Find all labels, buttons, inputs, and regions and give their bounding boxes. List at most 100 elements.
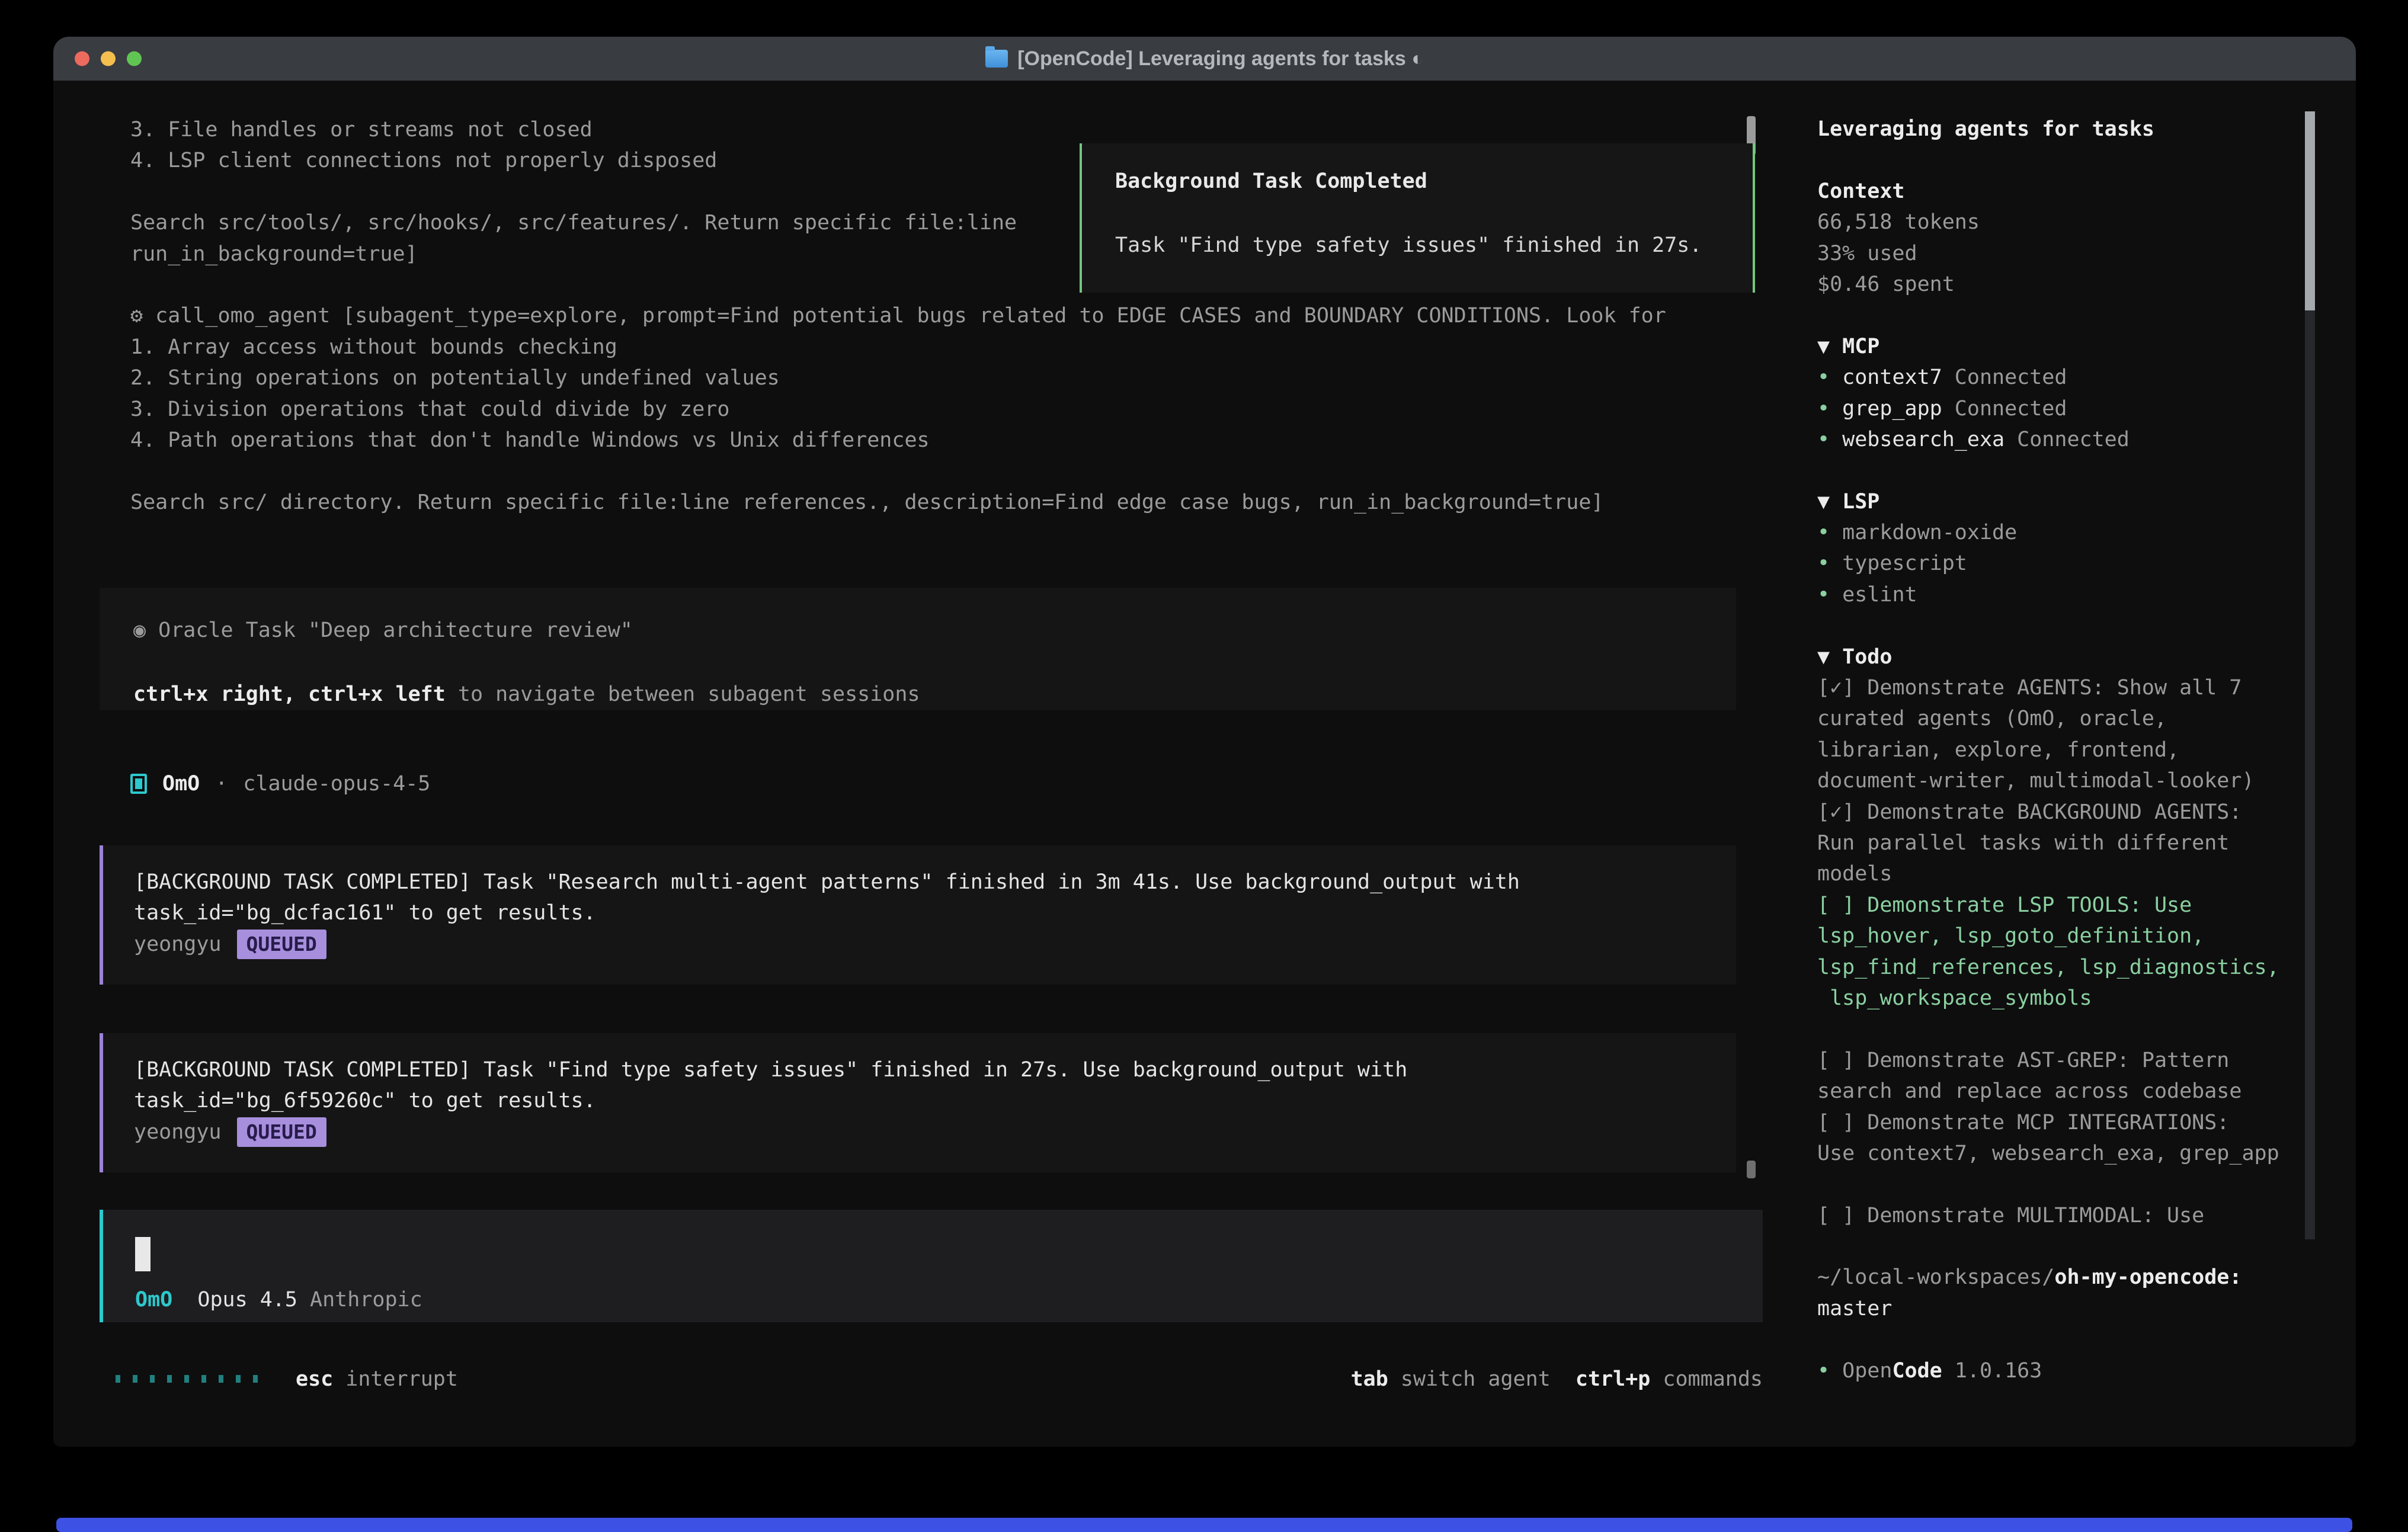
esc-key-hint: esc xyxy=(296,1367,333,1391)
todo-item-line: models xyxy=(1817,858,2279,889)
background-task-message: [BACKGROUND TASK COMPLETED] Task "Find t… xyxy=(100,1033,1736,1172)
toast-body: Task "Find type safety issues" finished … xyxy=(1115,233,1702,257)
desktop-accent-bar xyxy=(56,1518,2352,1532)
queued-badge: QUEUED xyxy=(237,1117,326,1147)
background-task-message: [BACKGROUND TASK COMPLETED] Task "Resear… xyxy=(100,845,1736,985)
spacer xyxy=(297,1288,310,1312)
blank-line xyxy=(1817,1231,2279,1262)
workspace-path: ~/local-workspaces/oh-my-opencode: xyxy=(1817,1262,2279,1293)
todo-heading: Todo xyxy=(1842,645,1892,669)
close-window-button[interactable] xyxy=(75,52,89,66)
todo-item-line-active: lsp_workspace_symbols xyxy=(1817,983,2279,1014)
agent-name: OmO xyxy=(162,772,200,796)
task-message-line: task_id="bg_dcfac161" to get results. xyxy=(134,898,1520,928)
output-line: 1. Array access without bounds checking xyxy=(130,332,1666,363)
workspace-branch: master xyxy=(1817,1293,2279,1324)
todo-item-line: Use context7, websearch_exa, grep_app xyxy=(1817,1138,2279,1169)
spacer xyxy=(1551,1367,1576,1391)
oracle-task-panel: ◉ Oracle Task "Deep architecture review"… xyxy=(100,588,1736,710)
separator-dot: · xyxy=(215,772,228,796)
todo-item-line: search and replace across codebase xyxy=(1817,1076,2279,1107)
output-line: 2. String operations on potentially unde… xyxy=(130,363,1666,393)
main-scrollbar-marker[interactable] xyxy=(1747,1161,1756,1178)
mcp-status: Connected xyxy=(1942,397,2067,421)
model-name: claude-opus-4-5 xyxy=(243,772,430,796)
chevron-down-icon: ▼ xyxy=(1817,645,1842,669)
blank-line xyxy=(1817,300,2279,331)
chevron-down-icon: ▼ xyxy=(1817,490,1842,514)
queued-badge: QUEUED xyxy=(237,930,326,959)
context-heading: Context xyxy=(1817,176,2279,207)
tool-call-line: ⚙ call_omo_agent [subagent_type=explore,… xyxy=(130,300,1666,331)
window-title-group: [OpenCode] Leveraging agents for tasks ◐ xyxy=(985,47,1424,70)
mcp-item: • websearch_exa Connected xyxy=(1817,424,2279,455)
lsp-heading: LSP xyxy=(1842,490,1879,514)
output-line: 3. Division operations that could divide… xyxy=(130,394,1666,425)
mcp-section-header[interactable]: ▼ MCP xyxy=(1817,331,2279,362)
chevron-down-icon: ▼ xyxy=(1817,335,1842,358)
mcp-name: grep_app xyxy=(1842,397,1942,421)
todo-item-line: Run parallel tasks with different xyxy=(1817,828,2279,858)
spacer xyxy=(172,1288,197,1312)
minimize-window-button[interactable] xyxy=(101,52,116,66)
lsp-item: • typescript xyxy=(1817,548,2279,579)
blank-line xyxy=(1817,610,2279,641)
output-line: Search src/ directory. Return specific f… xyxy=(130,487,1666,518)
todo-item-line: [ ] Demonstrate AST-GREP: Pattern xyxy=(1817,1045,2279,1076)
terminal-content: 3. File handles or streams not closed 4.… xyxy=(53,83,2356,1447)
todo-section-header[interactable]: ▼ Todo xyxy=(1817,642,2279,672)
mcp-item: • grep_app Connected xyxy=(1817,393,2279,424)
zoom-window-button[interactable] xyxy=(127,52,142,66)
prompt-input[interactable]: OmO Opus 4.5 Anthropic xyxy=(100,1210,1763,1322)
todo-item-line: document-writer, multimodal-looker) xyxy=(1817,765,2279,796)
folder-icon xyxy=(985,50,1008,68)
lsp-name: eslint xyxy=(1842,583,1917,607)
lsp-name: typescript xyxy=(1842,552,1967,575)
todo-item-line-active: lsp_hover, lsp_goto_definition, xyxy=(1817,921,2279,951)
version-name-thin: Open xyxy=(1842,1359,1892,1383)
blank-line xyxy=(1817,145,2279,175)
mcp-name: websearch_exa xyxy=(1842,428,2004,451)
todo-item-line: [ ] Demonstrate MULTIMODAL: Use xyxy=(1817,1200,2279,1231)
status-dot-icon: • xyxy=(1817,428,1830,451)
agent-model-header: OmO · claude-opus-4-5 xyxy=(130,772,430,796)
context-used: 33% used xyxy=(1817,238,2279,269)
mcp-item: • context7 Connected xyxy=(1817,362,2279,393)
workspace-path-prefix: ~/local-workspaces/ xyxy=(1817,1265,2054,1289)
input-agent-name: OmO xyxy=(135,1288,172,1312)
todo-item-line: [✓] Demonstrate BACKGROUND AGENTS: xyxy=(1817,797,2279,828)
ctrlp-key-hint: ctrl+p xyxy=(1576,1367,1650,1391)
context-tokens: 66,518 tokens xyxy=(1817,207,2279,238)
status-dot-icon: • xyxy=(1817,366,1830,389)
workspace-repo: oh-my-opencode: xyxy=(2054,1265,2242,1289)
blank-line xyxy=(1817,455,2279,486)
queued-user: yeongyu xyxy=(134,932,222,956)
window-titlebar[interactable]: [OpenCode] Leveraging agents for tasks ◐ xyxy=(53,37,2356,82)
todo-item-line: [ ] Demonstrate MCP INTEGRATIONS: xyxy=(1817,1107,2279,1138)
status-dot-icon: • xyxy=(1817,397,1830,421)
toast-title: Background Task Completed xyxy=(1115,169,1427,193)
esc-key-label: interrupt xyxy=(333,1367,458,1391)
mcp-status: Connected xyxy=(1942,366,2067,389)
mcp-status: Connected xyxy=(2004,428,2130,451)
todo-item-line-active: [ ] Demonstrate LSP TOOLS: Use xyxy=(1817,890,2279,921)
mcp-name: context7 xyxy=(1842,366,1942,389)
version-number: 1.0.163 xyxy=(1942,1359,2042,1383)
session-title: Leveraging agents for tasks xyxy=(1817,114,2279,145)
subagent-nav-hint: ctrl+x right, ctrl+x left to navigate be… xyxy=(133,679,920,710)
lsp-section-header[interactable]: ▼ LSP xyxy=(1817,486,2279,517)
sidebar-scrollbar-thumb[interactable] xyxy=(2305,111,2315,310)
todo-item-line: curated agents (OmO, oracle, xyxy=(1817,703,2279,734)
queued-user: yeongyu xyxy=(134,1120,222,1144)
todo-item-line: [✓] Demonstrate AGENTS: Show all 7 xyxy=(1817,672,2279,703)
status-dot-icon: • xyxy=(1817,583,1830,607)
session-sidebar: Leveraging agents for tasks Context 66,5… xyxy=(1817,114,2279,1386)
terminal-window: [OpenCode] Leveraging agents for tasks ◐… xyxy=(53,37,2356,1447)
tab-key-label: switch agent xyxy=(1388,1367,1551,1391)
blank-line xyxy=(130,456,1666,486)
status-dot-icon: • xyxy=(1817,552,1830,575)
todo-item-line: librarian, explore, frontend, xyxy=(1817,735,2279,765)
version-name-bold: Code xyxy=(1892,1359,1942,1383)
hint-text: to navigate between subagent sessions xyxy=(446,682,920,706)
background-task-toast: Background Task Completed Task "Find typ… xyxy=(1080,143,1755,293)
